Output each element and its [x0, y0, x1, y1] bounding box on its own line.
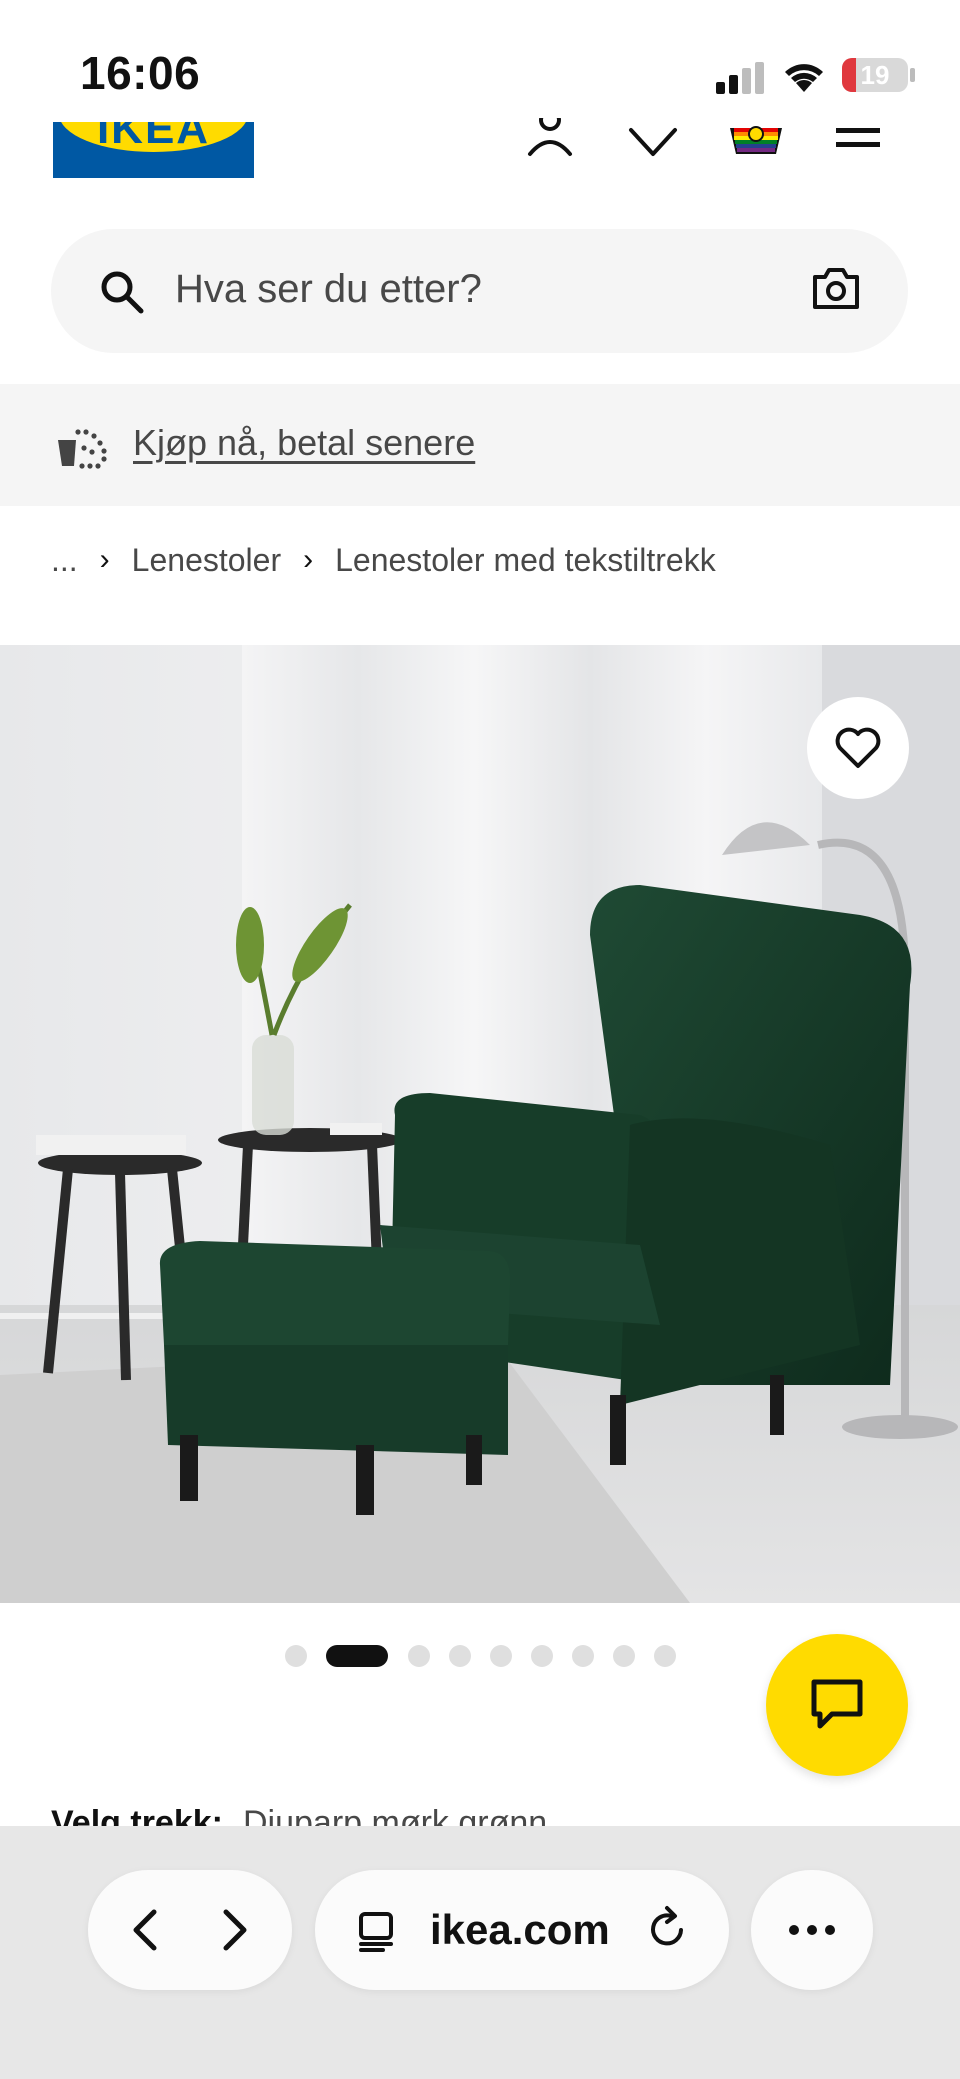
more-button[interactable]: [751, 1870, 873, 1990]
heart-icon: [835, 727, 881, 768]
nav-pill: [88, 1870, 292, 1990]
breadcrumb-item-tekstiltrekk[interactable]: Lenestoler med tekstiltrekk: [335, 542, 716, 579]
wifi-icon: [785, 64, 823, 92]
battery-nub: [910, 68, 915, 82]
gallery-dot[interactable]: [531, 1645, 553, 1667]
menu-icon[interactable]: [828, 118, 888, 168]
breadcrumb-item-lenestoler[interactable]: Lenestoler: [132, 542, 281, 579]
shopping-bag-icon[interactable]: [726, 118, 786, 168]
status-bar: 16:06 19: [0, 0, 960, 120]
gallery-dot[interactable]: [408, 1645, 430, 1667]
payment-icon: [58, 429, 107, 469]
gallery-dot[interactable]: [449, 1645, 471, 1667]
product-image[interactable]: [0, 645, 960, 1603]
gallery-dot-active[interactable]: [326, 1645, 388, 1667]
search-placeholder: Hva ser du etter?: [175, 267, 482, 311]
address-bar[interactable]: ikea.com: [315, 1870, 729, 1990]
url-text: ikea.com: [430, 1906, 610, 1953]
gallery-dot[interactable]: [654, 1645, 676, 1667]
gallery-dot[interactable]: [285, 1645, 307, 1667]
logo-text: IKEA: [96, 122, 211, 153]
chevron-right-icon: ›: [99, 543, 110, 576]
pay-later-link[interactable]: Kjøp nå, betal senere: [133, 422, 475, 464]
reload-icon[interactable]: [637, 1900, 697, 1960]
heart-icon[interactable]: [623, 118, 683, 168]
breadcrumb: ... › Lenestoler › Lenestoler med teksti…: [51, 538, 716, 582]
product-photo: [0, 645, 960, 1603]
gallery-dot[interactable]: [572, 1645, 594, 1667]
chevron-right-icon: ›: [303, 543, 314, 576]
camera-icon[interactable]: [811, 267, 861, 311]
gallery-dot[interactable]: [613, 1645, 635, 1667]
page: 16:06 19 IKEA Hva ser du etter? Kjøp nå,…: [0, 0, 960, 2079]
tabs-icon[interactable]: [349, 1900, 409, 1960]
more-icon: [789, 1925, 835, 1935]
forward-icon[interactable]: [204, 1900, 264, 1960]
back-icon[interactable]: [116, 1900, 176, 1960]
favourite-button[interactable]: [807, 697, 909, 799]
chat-button[interactable]: [766, 1634, 908, 1776]
browser-toolbar: ikea.com: [0, 1826, 960, 2079]
search-icon: [101, 271, 144, 314]
gallery-dot[interactable]: [490, 1645, 512, 1667]
cellular-signal-icon: [716, 62, 764, 94]
search-bar[interactable]: Hva ser du etter?: [51, 229, 908, 353]
status-time: 16:06: [80, 47, 201, 99]
breadcrumb-ellipsis[interactable]: ...: [51, 542, 78, 579]
user-icon[interactable]: [520, 118, 580, 168]
battery-level: 19: [860, 60, 890, 90]
battery-indicator: 19: [842, 58, 908, 92]
ikea-logo[interactable]: IKEA: [53, 122, 254, 178]
promo-banner: Kjøp nå, betal senere: [0, 384, 960, 506]
chat-icon: [811, 1679, 863, 1729]
